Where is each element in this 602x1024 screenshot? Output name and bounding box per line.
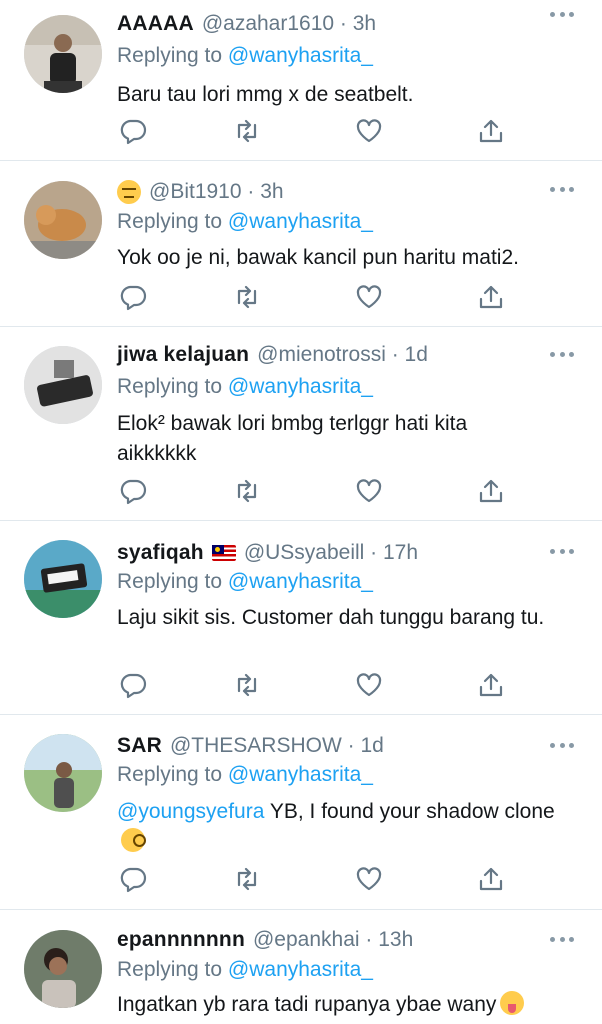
- tweet-actions: [117, 671, 507, 701]
- face-with-monocle-emoji: [121, 828, 146, 852]
- tweet-text: Yok oo je ni, bawak kancil pun haritu ma…: [117, 246, 519, 269]
- tweet-item[interactable]: jiwa kelajuan @mienotrossi · 1d Replying…: [0, 327, 602, 521]
- tweet-actions: [117, 477, 507, 507]
- tweet-text: Baru tau lori mmg x de seatbelt.: [117, 83, 414, 106]
- handle-and-time[interactable]: @Bit1910 · 3h: [149, 178, 284, 206]
- tweet-actions: [117, 865, 507, 895]
- replying-to: Replying to @wanyhasrita_: [117, 44, 373, 67]
- reply-icon[interactable]: [119, 283, 147, 311]
- mention-link[interactable]: @youngsyefura: [117, 800, 264, 823]
- display-name[interactable]: epannnnnnn: [117, 926, 245, 954]
- share-icon[interactable]: [477, 477, 505, 505]
- squinting-tongue-face-emoji: [500, 991, 525, 1015]
- tweet-text: @youngsyefura YB, I found your shadow cl…: [117, 797, 557, 857]
- avatar[interactable]: [24, 346, 102, 424]
- handle-and-time[interactable]: @THESARSHOW · 1d: [170, 732, 384, 760]
- share-icon[interactable]: [477, 283, 505, 311]
- tweet-item[interactable]: epannnnnnn @epankhai · 13h Replying to @…: [0, 910, 602, 1024]
- like-icon[interactable]: [355, 117, 383, 145]
- tweet-text: Elok² bawak lori bmbg terlggr hati kita …: [117, 412, 468, 465]
- avatar[interactable]: [24, 181, 102, 259]
- share-icon[interactable]: [477, 671, 505, 699]
- tweet-actions: [117, 117, 507, 147]
- avatar[interactable]: [24, 15, 102, 93]
- more-icon[interactable]: [550, 12, 574, 18]
- reply-to-handle[interactable]: @wanyhasrita_: [228, 958, 373, 981]
- retweet-icon[interactable]: [233, 865, 261, 893]
- display-name[interactable]: jiwa kelajuan: [117, 341, 249, 369]
- like-icon[interactable]: [355, 283, 383, 311]
- avatar[interactable]: [24, 540, 102, 618]
- reply-to-handle[interactable]: @wanyhasrita_: [228, 763, 373, 786]
- retweet-icon[interactable]: [233, 117, 261, 145]
- share-icon[interactable]: [477, 865, 505, 893]
- replying-to: Replying to @wanyhasrita_: [117, 210, 373, 233]
- retweet-icon[interactable]: [233, 671, 261, 699]
- display-name[interactable]: AAAAA: [117, 10, 194, 38]
- more-icon[interactable]: [550, 187, 574, 193]
- like-icon[interactable]: [355, 477, 383, 505]
- share-icon[interactable]: [477, 117, 505, 145]
- reply-icon[interactable]: [119, 671, 147, 699]
- more-icon[interactable]: [550, 937, 574, 943]
- like-icon[interactable]: [355, 671, 383, 699]
- replying-to: Replying to @wanyhasrita_: [117, 570, 373, 593]
- avatar[interactable]: [24, 930, 102, 1008]
- more-icon[interactable]: [550, 352, 574, 358]
- retweet-icon[interactable]: [233, 477, 261, 505]
- handle-and-time[interactable]: @USsyabeill · 17h: [244, 539, 418, 567]
- more-icon[interactable]: [550, 549, 574, 555]
- reply-to-handle[interactable]: @wanyhasrita_: [228, 570, 373, 593]
- handle-and-time[interactable]: @mienotrossi · 1d: [257, 341, 428, 369]
- reply-icon[interactable]: [119, 117, 147, 145]
- tweet-item[interactable]: AAAAA @azahar1610 · 3h Replying to @wany…: [0, 0, 602, 161]
- handle-and-time[interactable]: @epankhai · 13h: [253, 926, 413, 954]
- display-name[interactable]: syafiqah: [117, 539, 204, 567]
- malaysia-flag-emoji: [211, 545, 236, 561]
- tweet-item[interactable]: SAR @THESARSHOW · 1d Replying to @wanyha…: [0, 715, 602, 910]
- reply-to-handle[interactable]: @wanyhasrita_: [228, 375, 373, 398]
- tweet-item[interactable]: syafiqah @USsyabeill · 17h Replying to @…: [0, 521, 602, 715]
- tweet-text: Laju sikit sis. Customer dah tunggu bara…: [117, 606, 545, 629]
- more-icon[interactable]: [550, 743, 574, 749]
- handle-and-time[interactable]: @azahar1610 · 3h: [202, 10, 376, 38]
- replying-to: Replying to @wanyhasrita_: [117, 763, 373, 786]
- reply-to-handle[interactable]: @wanyhasrita_: [228, 210, 373, 233]
- tweet-text: Ingatkan yb rara tadi rupanya ybae wany: [117, 990, 597, 1020]
- reply-icon[interactable]: [119, 477, 147, 505]
- reply-to-handle[interactable]: @wanyhasrita_: [228, 44, 373, 67]
- avatar[interactable]: [24, 734, 102, 812]
- expressionless-face-emoji: [117, 180, 141, 204]
- replying-to: Replying to @wanyhasrita_: [117, 958, 373, 981]
- replying-to: Replying to @wanyhasrita_: [117, 375, 373, 398]
- tweet-actions: [117, 283, 507, 313]
- display-name[interactable]: SAR: [117, 732, 162, 760]
- like-icon[interactable]: [355, 865, 383, 893]
- reply-icon[interactable]: [119, 865, 147, 893]
- tweet-item[interactable]: @Bit1910 · 3h Replying to @wanyhasrita_ …: [0, 161, 602, 327]
- reply-feed: AAAAA @azahar1610 · 3h Replying to @wany…: [0, 0, 602, 1024]
- retweet-icon[interactable]: [233, 283, 261, 311]
